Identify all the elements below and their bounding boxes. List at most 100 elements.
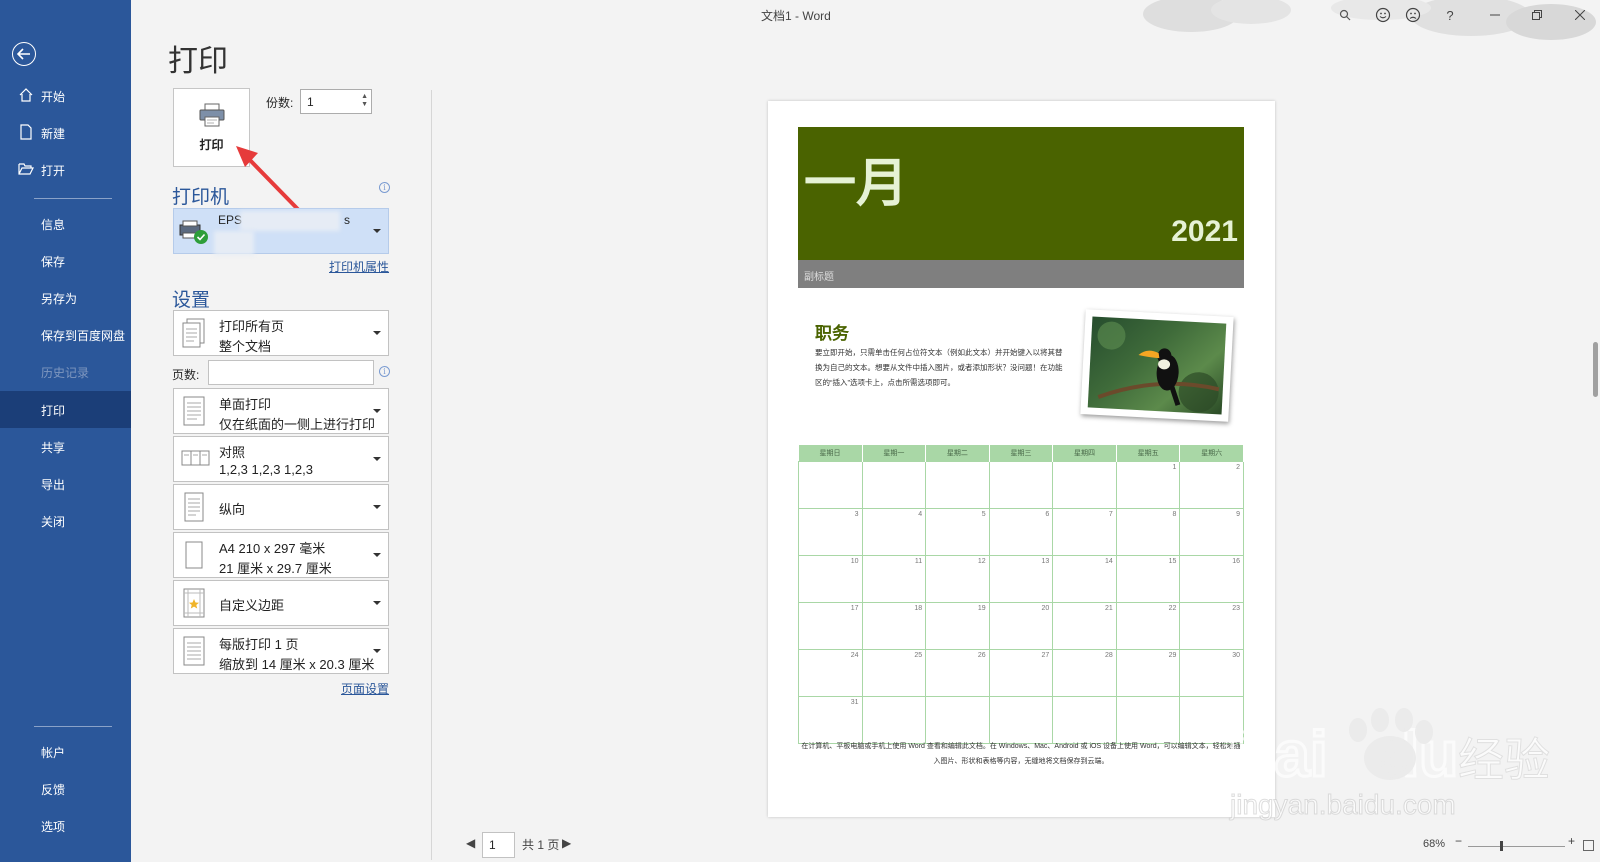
sidebar-item-print[interactable]: 打印 [0, 391, 131, 428]
calendar-banner: 一月 2021 [798, 127, 1244, 260]
sidebar-item-export[interactable]: 导出 [0, 465, 131, 502]
preview-scrollbar[interactable] [1593, 342, 1598, 397]
sidebar-item-feedback[interactable]: 反馈 [0, 770, 131, 807]
collated-icon [181, 443, 210, 475]
day-cell: 2 [1179, 460, 1244, 509]
sidebar-item-save[interactable]: 保存 [0, 242, 131, 279]
sidebar-item-new[interactable]: 新建 [0, 114, 131, 151]
day-cell: 11 [861, 554, 927, 603]
pages-per-sheet-icon [181, 635, 207, 667]
day-cell: 25 [861, 648, 927, 697]
sides-dropdown[interactable]: 单面打印 仅在纸面的一侧上进行打印 [173, 388, 389, 434]
close-icon[interactable] [1571, 6, 1589, 24]
spin-up-icon[interactable]: ▲ [361, 93, 368, 101]
minimize-icon[interactable] [1486, 6, 1504, 24]
day-cell [1052, 460, 1117, 509]
printer-properties-link[interactable]: 打印机属性 [329, 258, 389, 275]
day-cell: 9 [1179, 507, 1244, 556]
setting-line2: 21 厘米 x 29.7 厘米 [219, 561, 332, 576]
fit-page-icon[interactable] [1583, 840, 1594, 851]
setting-line1: 打印所有页 [219, 319, 285, 334]
sidebar-item-open[interactable]: 打开 [0, 151, 131, 188]
sidebar-item-save-as[interactable]: 另存为 [0, 279, 131, 316]
chevron-down-icon [373, 505, 381, 509]
day-cell [861, 695, 927, 744]
search-icon[interactable] [1336, 6, 1354, 24]
sidebar-item-home[interactable]: 开始 [0, 77, 131, 114]
day-cell: 17 [798, 601, 863, 650]
calendar-week-row: 3456789 [798, 507, 1244, 556]
margins-dropdown[interactable]: 自定义边距 [173, 580, 389, 626]
restore-icon[interactable] [1528, 6, 1546, 24]
zoom-level[interactable]: 68% [1423, 838, 1445, 850]
collate-dropdown[interactable]: 对照 1,2,3 1,2,3 1,2,3 [173, 436, 389, 482]
setting-line1: 自定义边距 [219, 598, 285, 613]
redaction-blur [214, 231, 254, 255]
pages-label: 页数: [172, 368, 200, 382]
day-cell: 24 [798, 648, 863, 697]
sidebar-item-close[interactable]: 关闭 [0, 502, 131, 539]
day-cell: 14 [1052, 554, 1117, 603]
sidebar-item-label: 保存到百度网盘 [41, 329, 126, 343]
day-cell [925, 460, 990, 509]
sidebar-item-share[interactable]: 共享 [0, 428, 131, 465]
sidebar-item-label: 共享 [41, 441, 66, 455]
page-number-input[interactable]: 1 [482, 832, 515, 858]
back-arrow-icon[interactable] [12, 42, 36, 66]
copies-input[interactable]: 1 ▲ ▼ [300, 89, 372, 114]
sidebar-item-info[interactable]: 信息 [0, 205, 131, 242]
zoom-slider[interactable] [1468, 846, 1565, 847]
day-cell: 30 [1179, 648, 1244, 697]
page-total: 共 1 页 [522, 838, 560, 852]
zoom-in-icon[interactable]: + [1568, 834, 1575, 848]
sidebar-item-save-baidu[interactable]: 保存到百度网盘 [0, 316, 131, 353]
smile-feedback-icon[interactable] [1374, 6, 1392, 24]
frown-feedback-icon[interactable] [1404, 6, 1422, 24]
page-title: 打印 [168, 45, 228, 78]
day-cell [1052, 695, 1117, 744]
day-cell: 3 [798, 507, 863, 556]
margins-icon [181, 587, 207, 619]
pages-per-sheet-dropdown[interactable]: 每版打印 1 页 缩放到 14 厘米 x 20.3 厘米 [173, 628, 389, 674]
prev-page-icon[interactable]: ◀ [466, 836, 475, 850]
sidebar-item-label: 保存 [41, 255, 66, 269]
paper-size-dropdown[interactable]: A4 210 x 297 毫米 21 厘米 x 29.7 厘米 [173, 532, 389, 578]
info-icon[interactable]: i [379, 366, 390, 377]
photo-image [1087, 316, 1227, 415]
printer-selector[interactable]: EPS s [173, 208, 389, 255]
printer-heading: 打印机 [172, 187, 230, 208]
paper-size-icon [181, 539, 207, 571]
printer-ready-icon [179, 219, 209, 250]
copies-spinner[interactable]: ▲ ▼ [361, 93, 368, 109]
setting-line2: 仅在纸面的一侧上进行打印 [219, 417, 376, 432]
day-cell: 27 [988, 648, 1054, 697]
sidebar-item-label: 打印 [41, 404, 66, 418]
pages-input[interactable] [208, 360, 374, 385]
day-cell: 16 [1179, 554, 1244, 603]
day-cell: 20 [988, 601, 1054, 650]
sidebar-item-options[interactable]: 选项 [0, 807, 131, 844]
sidebar-divider [34, 198, 112, 199]
help-icon[interactable]: ? [1441, 6, 1459, 24]
day-cell: 4 [861, 507, 927, 556]
subtitle-text: 副标题 [804, 272, 834, 283]
day-cell: 22 [1115, 601, 1181, 650]
print-range-dropdown[interactable]: 打印所有页 整个文档 [173, 310, 389, 356]
calendar-week-row: 12 [798, 460, 1244, 509]
spin-down-icon[interactable]: ▼ [361, 101, 368, 109]
next-page-icon[interactable]: ▶ [562, 836, 571, 850]
weekday-header: 星期五 [1116, 445, 1181, 461]
day-cell: 1 [1115, 460, 1181, 509]
zoom-slider-thumb[interactable] [1500, 841, 1503, 851]
chevron-down-icon [373, 331, 381, 335]
page-setup-link[interactable]: 页面设置 [341, 680, 389, 697]
subtitle-bar: 副标题 [798, 260, 1244, 288]
duty-text: 要立即开始，只需单击任何占位符文本（例如此文本）并开始键入以将其替换为自己的文本… [815, 348, 1063, 387]
printer-name-start: EPS [218, 213, 243, 227]
printer-name-end: s [344, 213, 350, 227]
orientation-dropdown[interactable]: 纵向 [173, 484, 389, 530]
info-icon[interactable]: i [379, 182, 390, 193]
sidebar-item-account[interactable]: 帐户 [0, 733, 131, 770]
zoom-out-icon[interactable]: − [1455, 834, 1462, 848]
day-cell [798, 460, 863, 509]
